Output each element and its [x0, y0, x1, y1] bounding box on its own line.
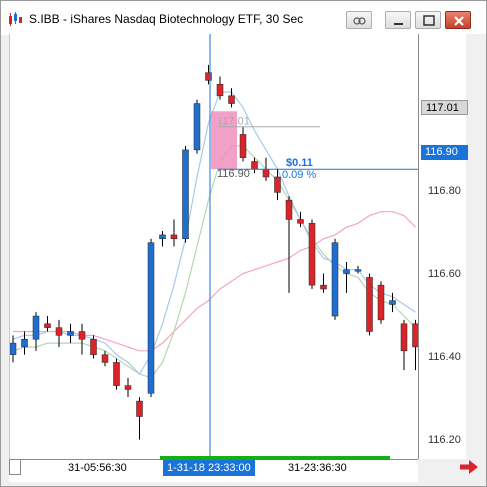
candle-up — [354, 269, 362, 272]
price-tick-label: 116.40 — [428, 351, 461, 363]
candle-down — [251, 161, 258, 170]
measure-price-label: 117.01 — [217, 116, 250, 128]
candle-down — [412, 323, 418, 348]
candle-up — [10, 342, 17, 355]
candle-up — [147, 242, 155, 394]
minimize-button[interactable] — [385, 11, 411, 29]
candle-down — [90, 338, 97, 355]
candle-up — [331, 242, 339, 317]
current-price-marker: 117.01 — [421, 100, 468, 115]
measure-low-label: 116.90 — [217, 168, 250, 180]
price-axis-scroll[interactable] — [466, 34, 486, 459]
candle-down — [297, 219, 304, 224]
candle-down — [136, 400, 143, 417]
close-icon — [454, 16, 464, 26]
candle-down — [228, 95, 235, 104]
measure-change-pct-label: 0.09 % — [282, 169, 316, 181]
ma-slow-line — [13, 211, 416, 352]
candle-down — [101, 354, 109, 363]
link-button[interactable] — [346, 11, 372, 29]
link-icon — [353, 17, 366, 25]
candle-down — [170, 234, 178, 240]
candle-down — [320, 284, 327, 290]
candle-down — [400, 323, 408, 352]
crosshair-price-marker: 116.90 — [421, 145, 468, 160]
candle-down — [124, 385, 132, 390]
measure-change-label: $0.11 — [286, 157, 313, 169]
candle-down — [262, 168, 270, 178]
corner-toggle[interactable] — [9, 459, 21, 475]
candle-down — [366, 277, 373, 332]
scroll-right-arrow-icon[interactable] — [458, 459, 480, 475]
candle-down — [205, 72, 212, 81]
candle-up — [21, 338, 28, 348]
candle-up — [389, 300, 396, 305]
window-title: S.IBB - iShares Nasdaq Biotechnology ETF… — [29, 12, 304, 26]
candlestick-chart-icon — [9, 12, 22, 26]
candle-down — [377, 284, 385, 321]
maximize-icon — [423, 15, 435, 26]
candle-down — [55, 327, 63, 336]
maximize-button[interactable] — [415, 11, 441, 29]
candle-down — [216, 83, 224, 97]
price-tick-label: 116.20 — [428, 434, 461, 446]
candle-up — [182, 149, 189, 240]
candle-down — [274, 176, 281, 193]
candle-down — [113, 362, 120, 386]
candle-up — [32, 315, 40, 340]
candle-down — [44, 323, 51, 328]
price-tick-label: 116.80 — [428, 185, 461, 197]
candlestick-plot[interactable]: 117.01 116.90 $0.110.09 % — [10, 34, 418, 459]
candle-down — [239, 134, 247, 158]
candle-up — [193, 103, 201, 151]
crosshair-time-marker: 1-31-18 23:33:00 — [163, 460, 255, 476]
price-tick-label: 116.60 — [428, 268, 461, 280]
candle-up — [159, 234, 166, 240]
candle-down — [308, 223, 316, 286]
candle-up — [343, 269, 350, 274]
candle-up — [67, 331, 74, 336]
ma-medium-line — [12, 145, 416, 379]
candle-down — [285, 199, 293, 220]
close-button[interactable] — [445, 11, 471, 29]
time-tick-label: 31-05:56:30 — [68, 462, 127, 474]
minimize-icon — [394, 23, 403, 25]
time-tick-label: 31-23:36:30 — [288, 462, 347, 474]
candle-down — [78, 331, 86, 340]
title-bar[interactable]: S.IBB - iShares Nasdaq Biotechnology ETF… — [1, 1, 486, 35]
